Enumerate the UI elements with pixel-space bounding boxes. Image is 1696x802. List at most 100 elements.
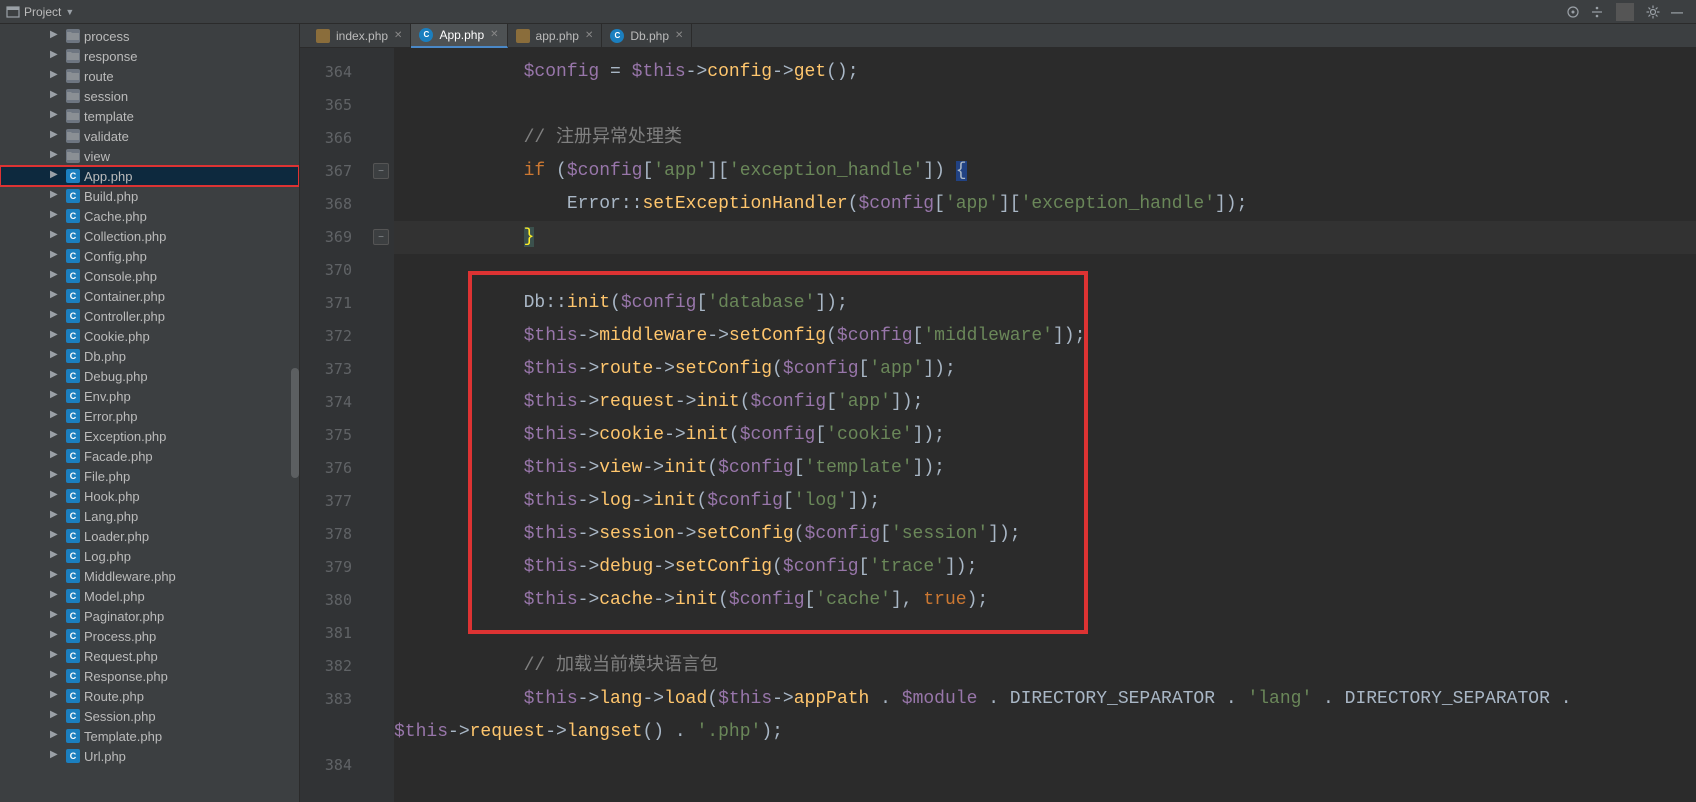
tree-folder-route[interactable]: ▶route [0,66,299,86]
tree-file-Collection-php[interactable]: ▶CCollection.php [0,226,299,246]
code-line[interactable]: // 注册异常处理类 [394,122,1696,155]
tree-file-Cookie-php[interactable]: ▶CCookie.php [0,326,299,346]
code-line[interactable]: $this->request->init($config['app']); [394,386,1696,419]
tree-item-label: Controller.php [84,309,165,324]
gear-icon[interactable] [1644,3,1662,21]
tab-label: app.php [536,29,579,43]
code-line[interactable]: $this->view->init($config['template']); [394,452,1696,485]
tree-file-Loader-php[interactable]: ▶CLoader.php [0,526,299,546]
tree-item-label: Cache.php [84,209,147,224]
code-line[interactable]: $this->cache->init($config['cache'], tru… [394,584,1696,617]
fold-end-icon[interactable]: − [373,229,389,245]
code-line[interactable]: $this->debug->setConfig($config['trace']… [394,551,1696,584]
code-line[interactable]: $this->log->init($config['log']); [394,485,1696,518]
tree-file-Process-php[interactable]: ▶CProcess.php [0,626,299,646]
tree-file-Cache-php[interactable]: ▶CCache.php [0,206,299,226]
code-line[interactable]: $this->cookie->init($config['cookie']); [394,419,1696,452]
tree-item-label: Url.php [84,749,126,764]
close-icon[interactable]: ✕ [585,30,593,41]
divide-icon[interactable] [1588,3,1606,21]
header-action-icons: — [1564,3,1690,21]
tree-file-Lang-php[interactable]: ▶CLang.php [0,506,299,526]
tree-file-Facade-php[interactable]: ▶CFacade.php [0,446,299,466]
tree-file-Request-php[interactable]: ▶CRequest.php [0,646,299,666]
tree-file-Hook-php[interactable]: ▶CHook.php [0,486,299,506]
fold-start-icon[interactable]: − [373,163,389,179]
code-line[interactable]: Error::setExceptionHandler($config['app'… [394,188,1696,221]
tree-item-label: Log.php [84,549,131,564]
tree-folder-template[interactable]: ▶template [0,106,299,126]
tree-file-Env-php[interactable]: ▶CEnv.php [0,386,299,406]
close-icon[interactable]: ✕ [394,30,402,41]
code-line[interactable] [394,254,1696,287]
tree-file-Model-php[interactable]: ▶CModel.php [0,586,299,606]
tab-App-php[interactable]: CApp.php✕ [411,24,507,48]
project-selector[interactable]: Project ▼ [6,5,74,19]
tree-file-Middleware-php[interactable]: ▶CMiddleware.php [0,566,299,586]
tree-file-Controller-php[interactable]: ▶CController.php [0,306,299,326]
tree-item-label: template [84,109,134,124]
code-line[interactable]: Db::init($config['database']); [394,287,1696,320]
project-tree-sidebar[interactable]: ▶process▶response▶route▶session▶template… [0,24,300,802]
tree-file-Template-php[interactable]: ▶CTemplate.php [0,726,299,746]
code-line[interactable]: // 加载当前模块语言包 [394,650,1696,683]
tree-folder-process[interactable]: ▶process [0,26,299,46]
code-line[interactable] [394,617,1696,650]
target-icon[interactable] [1564,3,1582,21]
tree-file-Db-php[interactable]: ▶CDb.php [0,346,299,366]
code-line[interactable]: $config = $this->config->get(); [394,56,1696,89]
code-line[interactable]: $this->route->setConfig($config['app']); [394,353,1696,386]
code-line[interactable]: $this->session->setConfig($config['sessi… [394,518,1696,551]
chevron-right-icon: ▶ [50,649,58,660]
tree-file-Response-php[interactable]: ▶CResponse.php [0,666,299,686]
code-line[interactable] [394,749,1696,782]
tree-file-Build-php[interactable]: ▶CBuild.php [0,186,299,206]
tree-file-Log-php[interactable]: ▶CLog.php [0,546,299,566]
tree-file-Console-php[interactable]: ▶CConsole.php [0,266,299,286]
php-class-icon: C [66,209,80,223]
tree-folder-response[interactable]: ▶response [0,46,299,66]
scrollbar-thumb[interactable] [291,368,299,478]
code-line[interactable]: $this->request->langset() . '.php'); [394,716,1696,749]
tab-app-php[interactable]: app.php ✕ [508,24,603,48]
tree-folder-session[interactable]: ▶session [0,86,299,106]
tree-item-label: Config.php [84,249,147,264]
code-editor[interactable]: 3643653663673683693703713723733743753763… [300,48,1696,802]
line-number-gutter: 3643653663673683693703713723733743753763… [300,48,370,802]
tree-file-Url-php[interactable]: ▶CUrl.php [0,746,299,766]
tree-item-label: response [84,49,137,64]
chevron-right-icon: ▶ [50,149,58,160]
code-line[interactable]: $this->middleware->setConfig($config['mi… [394,320,1696,353]
tree-item-label: Response.php [84,669,168,684]
tab-label: App.php [439,28,484,42]
code-line[interactable]: if ($config['app']['exception_handle']) … [394,155,1696,188]
tab-index-php[interactable]: index.php✕ [308,24,411,48]
tree-file-App-php[interactable]: ▶CApp.php [0,166,299,186]
tab-Db-php[interactable]: CDb.php✕ [602,24,692,48]
tree-item-label: view [84,149,110,164]
tree-file-Debug-php[interactable]: ▶CDebug.php [0,366,299,386]
tree-file-Paginator-php[interactable]: ▶CPaginator.php [0,606,299,626]
tree-item-label: Model.php [84,589,145,604]
project-label: Project [24,5,61,19]
tree-file-Route-php[interactable]: ▶CRoute.php [0,686,299,706]
tree-file-Session-php[interactable]: ▶CSession.php [0,706,299,726]
fold-gutter: −−💡 [370,48,394,802]
line-number: 378 [300,518,352,551]
tree-file-Container-php[interactable]: ▶CContainer.php [0,286,299,306]
tree-folder-view[interactable]: ▶ view [0,146,299,166]
code-line[interactable]: $this->lang->load($this->appPath . $modu… [394,683,1696,716]
tree-folder-validate[interactable]: ▶validate [0,126,299,146]
code-line[interactable]: } [394,221,1696,254]
close-icon[interactable]: ✕ [490,29,498,40]
tree-file-File-php[interactable]: ▶CFile.php [0,466,299,486]
tree-file-Config-php[interactable]: ▶CConfig.php [0,246,299,266]
tree-file-Exception-php[interactable]: ▶CException.php [0,426,299,446]
code-area[interactable]: $config = $this->config->get(); // 注册异常处… [394,48,1696,802]
minimize-icon[interactable]: — [1668,3,1686,21]
php-class-icon: C [66,269,80,283]
project-icon [6,5,20,19]
close-icon[interactable]: ✕ [675,30,683,41]
tree-file-Error-php[interactable]: ▶CError.php [0,406,299,426]
code-line[interactable] [394,89,1696,122]
